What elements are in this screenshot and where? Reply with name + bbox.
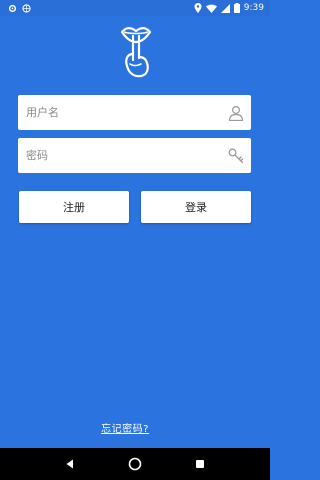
- navigation-bar: [0, 448, 270, 480]
- globe-icon: [22, 3, 31, 13]
- battery-icon: [233, 3, 240, 13]
- status-time: 9:39: [243, 3, 264, 13]
- register-button[interactable]: 注册: [19, 191, 129, 223]
- key-icon: [227, 147, 245, 165]
- location-icon: [194, 3, 202, 13]
- shush-logo-icon: [119, 24, 153, 84]
- status-right-icons: 9:39: [194, 3, 264, 13]
- status-left-icons: [8, 3, 31, 13]
- wifi-icon: [205, 4, 217, 13]
- status-bar: 9:39: [0, 0, 270, 16]
- settings-icon: [8, 4, 17, 13]
- username-field-container: [18, 95, 251, 130]
- back-icon[interactable]: [60, 454, 80, 474]
- user-icon: [227, 104, 245, 122]
- app-logo: [118, 24, 154, 82]
- recents-icon[interactable]: [190, 454, 210, 474]
- username-input[interactable]: [26, 95, 227, 130]
- forgot-password-link[interactable]: 忘记密码?: [0, 420, 250, 435]
- password-field-container: [18, 138, 251, 173]
- password-input[interactable]: [26, 138, 227, 173]
- signal-icon: [220, 3, 230, 13]
- home-icon[interactable]: [125, 454, 145, 474]
- login-button[interactable]: 登录: [141, 191, 251, 223]
